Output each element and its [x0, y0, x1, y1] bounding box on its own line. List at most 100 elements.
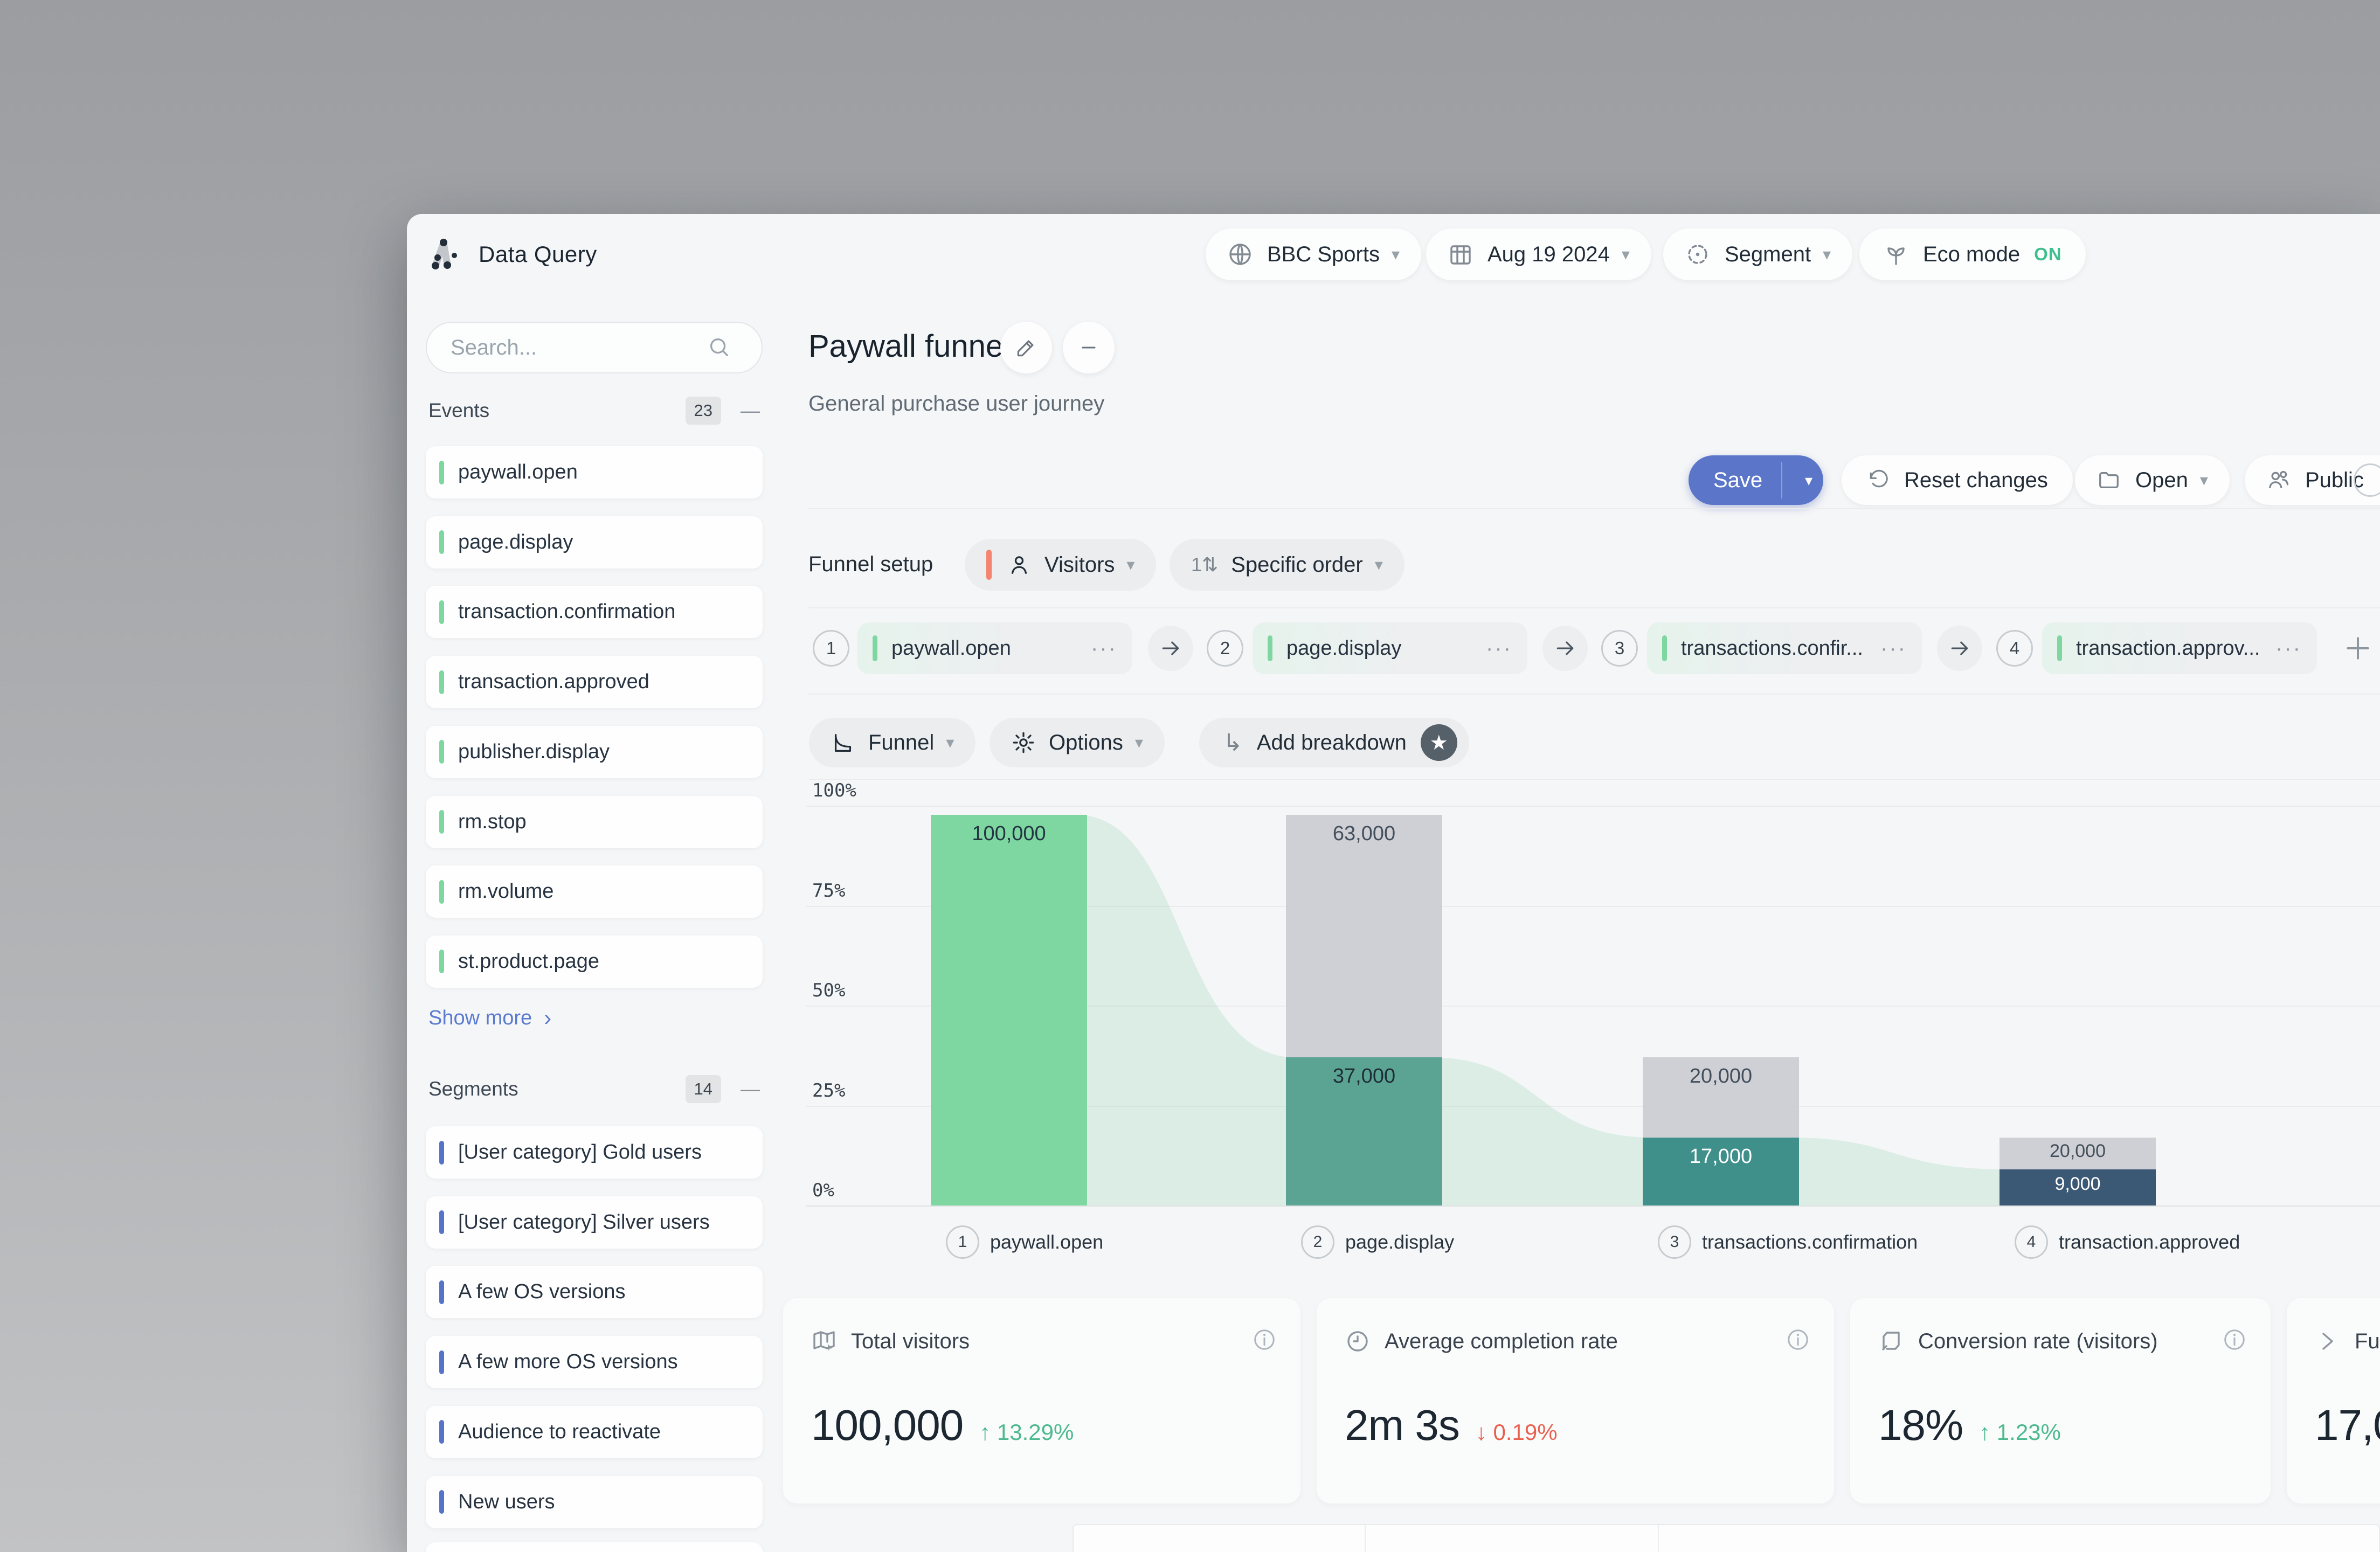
- list-item[interactable]: A few more OS versions: [426, 1336, 763, 1388]
- list-item-partial[interactable]: [426, 1542, 763, 1552]
- drop-value-label: 63,000: [1286, 822, 1442, 846]
- counting-method-select[interactable]: Visitors ▾: [965, 539, 1156, 591]
- step-number: 2: [1301, 1225, 1334, 1259]
- add-breakdown-button[interactable]: ↳ Add breakdown ★: [1199, 718, 1469, 767]
- list-item[interactable]: publisher.display: [426, 726, 763, 778]
- info-icon[interactable]: [2222, 1327, 2247, 1352]
- date-selector[interactable]: Aug 19 2024 ▾: [1426, 228, 1651, 280]
- show-more-link[interactable]: Show more ›: [428, 1002, 551, 1034]
- list-item[interactable]: transaction.confirmation: [426, 586, 763, 638]
- events-title: Events: [428, 399, 489, 422]
- chevron-down-icon: ▾: [1823, 245, 1831, 264]
- list-item[interactable]: rm.volume: [426, 865, 763, 918]
- undo-icon: [1866, 468, 1890, 492]
- reset-changes-label: Reset changes: [1904, 468, 2048, 493]
- value-label: 100,000: [931, 822, 1087, 846]
- page-subtitle: General purchase user journey: [808, 392, 1104, 416]
- chart-type-select[interactable]: Funnel ▾: [809, 718, 975, 767]
- list-item[interactable]: [User category] Silver users: [426, 1196, 763, 1249]
- value-label: 17,000: [1643, 1145, 1799, 1168]
- branch-arrow-icon: ↳: [1223, 729, 1243, 757]
- chevron-down-icon: ▾: [1135, 733, 1143, 752]
- add-breakdown-label: Add breakdown: [1257, 731, 1407, 755]
- kpi-delta: ↑ 13.29%: [979, 1419, 1074, 1445]
- funnel-step-label: paywall.open: [891, 637, 1011, 660]
- list-item-label: A few OS versions: [458, 1280, 625, 1304]
- chevron-down-icon: ▾: [1375, 556, 1383, 574]
- public-button[interactable]: Public: [2245, 455, 2380, 505]
- site-selector[interactable]: BBC Sports ▾: [1206, 228, 1421, 280]
- open-button-label: Open: [2135, 468, 2188, 493]
- chevron-right-icon: ›: [544, 1005, 551, 1031]
- pencil-icon: [1014, 336, 1038, 359]
- event-color-bar: [439, 600, 444, 624]
- event-color-bar: [873, 635, 877, 661]
- list-item[interactable]: paywall.open: [426, 446, 763, 498]
- list-item[interactable]: page.display: [426, 516, 763, 569]
- kpi-label: Average completion rate: [1385, 1329, 1618, 1354]
- ellipsis-menu-icon[interactable]: ···: [1091, 636, 1117, 661]
- collapse-icon[interactable]: —: [741, 399, 760, 422]
- counting-method-label: Visitors: [1044, 553, 1115, 577]
- kpi-value: 17,0: [2315, 1401, 2380, 1450]
- show-more-label: Show more: [428, 1007, 532, 1030]
- list-item[interactable]: st.product.page: [426, 936, 763, 988]
- step-number: 3: [1601, 630, 1638, 667]
- save-button-label: Save: [1713, 468, 1762, 493]
- order-select[interactable]: 1⇅ Specific order ▾: [1170, 539, 1405, 591]
- list-item[interactable]: New users: [426, 1476, 763, 1528]
- event-color-bar: [1268, 635, 1272, 661]
- chevron-down-icon: ▾: [1126, 556, 1134, 574]
- open-button[interactable]: Open ▾: [2075, 455, 2230, 505]
- list-item-label: [User category] Gold users: [458, 1141, 702, 1164]
- event-color-bar: [439, 670, 444, 694]
- route-icon: [1878, 1328, 1904, 1354]
- funnel-step-chip[interactable]: transactions.confir... ···: [1647, 622, 1922, 674]
- kpi-card-header: Average completion rate: [1345, 1328, 1618, 1354]
- eco-mode-toggle[interactable]: Eco mode ON: [1859, 228, 2086, 280]
- options-button[interactable]: Options ▾: [990, 718, 1165, 767]
- events-count-badge: 23: [686, 397, 721, 425]
- reset-changes-button[interactable]: Reset changes: [1842, 455, 2073, 505]
- chevron-down-icon[interactable]: ▾: [1794, 472, 1823, 489]
- segment-color-bar: [439, 1141, 444, 1165]
- event-color-bar: [439, 880, 444, 904]
- remove-button[interactable]: [1063, 322, 1115, 373]
- kpi-value-row: 17,0: [2315, 1401, 2380, 1450]
- step-arrow-icon: [1148, 626, 1193, 671]
- list-item-label: transaction.confirmation: [458, 600, 675, 623]
- ellipsis-menu-icon[interactable]: ···: [1486, 636, 1512, 661]
- list-item[interactable]: [User category] Gold users: [426, 1126, 763, 1179]
- segment-selector[interactable]: Segment ▾: [1663, 228, 1852, 280]
- save-button[interactable]: Save ▾: [1689, 455, 1823, 505]
- info-icon[interactable]: [1252, 1327, 1277, 1352]
- kpi-label: Fu: [2355, 1329, 2380, 1354]
- info-icon[interactable]: [1786, 1327, 1810, 1352]
- funnel-step-chip[interactable]: paywall.open ···: [857, 622, 1132, 674]
- person-icon: [1007, 552, 1032, 577]
- add-step-button[interactable]: [2343, 633, 2373, 663]
- divider: [808, 779, 2380, 780]
- search-icon: [707, 335, 731, 359]
- kpi-value: 18%: [1878, 1401, 1963, 1450]
- step-name: page.display: [1345, 1231, 1454, 1253]
- eco-mode-state: ON: [2034, 244, 2062, 265]
- list-item[interactable]: Audience to reactivate: [426, 1406, 763, 1458]
- kpi-value: 100,000: [811, 1401, 963, 1450]
- funnel-step-chip[interactable]: page.display ···: [1253, 622, 1527, 674]
- event-color-bar: [439, 810, 444, 834]
- logo-icon: [426, 235, 465, 274]
- events-section-header: Events 23 —: [428, 394, 760, 427]
- funnel-step-label: transactions.confir...: [1681, 637, 1863, 660]
- ellipsis-menu-icon[interactable]: ···: [1880, 636, 1907, 661]
- list-item[interactable]: transaction.approved: [426, 656, 763, 708]
- list-item[interactable]: A few OS versions: [426, 1266, 763, 1318]
- collapse-icon[interactable]: —: [741, 1078, 760, 1100]
- list-item[interactable]: rm.stop: [426, 796, 763, 848]
- ellipsis-menu-icon[interactable]: ···: [2275, 636, 2302, 661]
- edit-title-button[interactable]: [1000, 322, 1052, 373]
- sort-order-icon: 1⇅: [1191, 553, 1218, 576]
- funnel-step-label: page.display: [1286, 637, 1401, 660]
- list-item-label: rm.stop: [458, 810, 527, 834]
- funnel-step-chip[interactable]: transaction.approv...···: [2042, 622, 2317, 674]
